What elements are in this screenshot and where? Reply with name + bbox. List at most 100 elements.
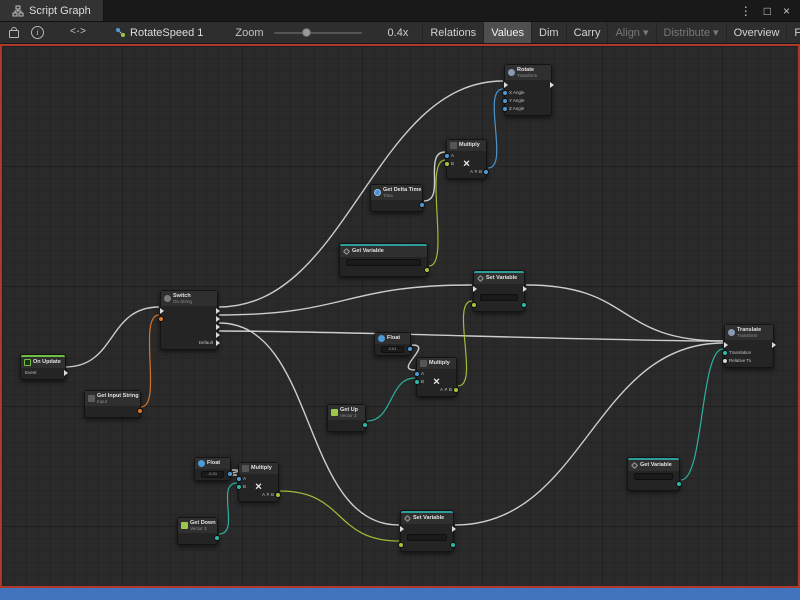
node-switch-on-string[interactable]: SwitchOn StringDefault [160,290,218,350]
output-port[interactable] [363,423,367,427]
node-float-1[interactable]: Float 0.01 [374,332,411,356]
zoom-slider-knob[interactable] [302,28,311,37]
node-get-input-string[interactable]: Get Input StringInput [84,390,141,418]
output-port[interactable] [523,286,527,292]
toolbar-button-overview[interactable]: Overview [726,22,787,44]
variable-icon [343,248,350,255]
node-get-down[interactable]: Get DownVector 3 [177,517,218,545]
node-title: Get Variable [352,248,384,254]
multiply-icon [242,465,249,472]
variable-name-field[interactable] [346,259,421,266]
node-set-variable-1[interactable]: Set Variable [473,270,525,312]
zoom-slider[interactable] [274,27,362,39]
node-title: Set Variable [413,515,444,521]
maximize-icon[interactable]: □ [764,0,771,22]
input-port[interactable] [503,91,507,95]
output-port[interactable] [228,472,232,476]
toolbar-button-dim[interactable]: Dim [531,22,566,44]
output-port[interactable] [522,303,526,307]
port-label: A [421,372,452,377]
output-port[interactable] [420,203,424,207]
info-icon[interactable]: i [31,26,44,39]
variable-name-field[interactable] [480,294,518,301]
node-on-update[interactable]: On UpdateEvent [20,354,66,380]
close-icon[interactable]: × [783,0,790,22]
toolbar-button-values[interactable]: Values [483,22,531,44]
node-set-variable-2[interactable]: Set Variable [400,510,454,552]
output-port[interactable] [138,409,142,413]
input-port[interactable] [504,82,508,88]
input-port[interactable] [399,543,403,547]
output-port[interactable] [216,332,220,338]
node-rotate[interactable]: RotateTransformX AngleY AngleZ Angle [504,64,552,116]
node-title: Float [387,335,400,341]
output-port[interactable] [425,268,429,272]
node-multiply-1[interactable]: MultiplyABA ✕ B✕ [446,139,487,179]
input-port[interactable] [160,308,164,314]
node-get-variable-2[interactable]: Get Variable [627,457,680,491]
output-port[interactable] [216,324,220,330]
input-port[interactable] [237,477,241,481]
node-translate[interactable]: TranslateTransformTranslationRelative To [724,324,774,368]
toolbar-button-distribute[interactable]: Distribute ▾ [656,22,726,44]
port-label: B [243,485,274,490]
input-port[interactable] [473,286,477,292]
variable-name-field[interactable]: 0.01 [381,346,404,353]
output-port[interactable] [677,482,681,486]
zoom-slider-track[interactable] [274,32,362,34]
variable-icon [477,275,484,282]
toolbar-buttons: RelationsValuesDimCarryAlign ▾Distribute… [422,22,800,44]
graph-breadcrumb[interactable]: RotateSpeed 1 [115,27,203,39]
input-port[interactable] [237,485,241,489]
tab-script-graph[interactable]: Script Graph [0,0,104,21]
output-port[interactable] [215,536,219,540]
input-port[interactable] [724,342,728,348]
node-get-up[interactable]: Get UpVector 3 [327,404,366,432]
input-port[interactable] [503,107,507,111]
node-get-variable-1[interactable]: Get Variable [339,243,428,277]
graph-canvas[interactable]: On UpdateEvent Get Input StringInput Switc… [0,44,800,588]
node-title: On Update [33,359,61,365]
float-icon [378,335,385,342]
output-port[interactable] [452,526,456,532]
input-port[interactable] [472,303,476,307]
toolbar-button-carry[interactable]: Carry [566,22,608,44]
toolbar-button-align[interactable]: Align ▾ [607,22,655,44]
output-port[interactable] [772,342,776,348]
node-multiply-3[interactable]: MultiplyABA ✕ B✕ [238,462,279,502]
input-port[interactable] [445,154,449,158]
input-port[interactable] [415,372,419,376]
connect-nodes-icon[interactable]: <·> [70,27,85,38]
input-port[interactable] [503,99,507,103]
output-port[interactable] [276,493,280,497]
toolbar-button-relations[interactable]: Relations [422,22,483,44]
input-port[interactable] [445,162,449,166]
output-port[interactable] [454,388,458,392]
toolbar-button-full-screen[interactable]: Full Screen [786,22,800,44]
output-port[interactable] [216,308,220,314]
switch-icon [164,295,171,302]
node-float-2[interactable]: Float-0.01 [194,457,231,481]
node-title: Transform [517,73,537,78]
node-title: Get Variable [640,462,672,468]
node-get-delta-time[interactable]: Get Delta TimeTime [370,184,423,212]
node-multiply-2[interactable]: MultiplyABA ✕ B✕ [416,357,457,397]
input-port[interactable] [723,359,727,363]
input-port[interactable] [723,351,727,355]
lock-icon[interactable] [9,30,19,38]
output-port[interactable] [216,340,220,346]
input-port[interactable] [415,380,419,384]
input-port[interactable] [159,317,163,321]
output-port[interactable] [216,316,220,322]
variable-name-field[interactable] [407,534,447,541]
output-port[interactable] [484,170,488,174]
node-title: Transform [737,333,761,338]
output-port[interactable] [408,347,412,351]
output-port[interactable] [451,543,455,547]
variable-name-field[interactable] [634,473,673,480]
output-port[interactable] [550,82,554,88]
output-port[interactable] [64,370,68,376]
variable-name-field[interactable]: -0.01 [201,471,224,478]
input-port[interactable] [400,526,404,532]
menu-icon[interactable]: ⋮ [740,0,752,22]
